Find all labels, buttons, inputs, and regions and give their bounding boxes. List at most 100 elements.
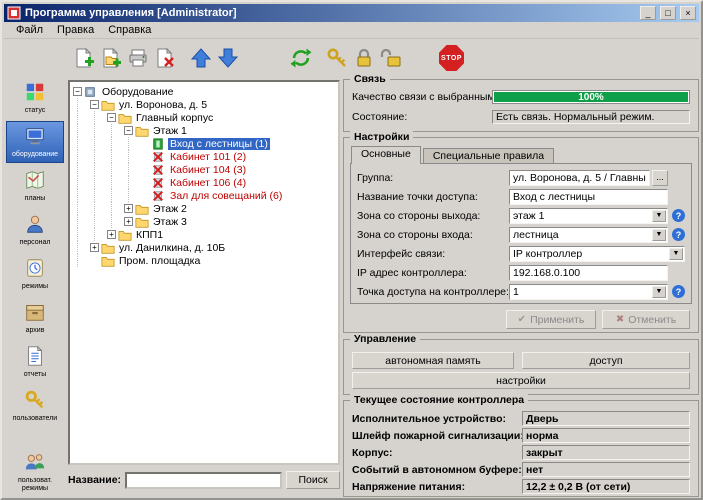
sidebar-item-modes[interactable]: режимы [6,253,64,295]
search-button[interactable]: Поиск [286,471,340,489]
sidebar-item-status[interactable]: статус [6,77,64,119]
menu-edit[interactable]: Правка [50,23,101,37]
alarm-cross-icon [152,177,166,189]
access-point-name-field[interactable] [509,189,668,205]
tree-node[interactable]: +КПП1 [73,228,338,241]
alarm-cross-icon [152,190,166,202]
entry-zone-row: Зона со стороны входа: лестница▼ ? [357,226,685,243]
tree-node[interactable]: +ул. Данилкина, д. 10Б [73,241,338,254]
move-down-button[interactable] [214,45,241,72]
collapse-icon[interactable]: − [107,113,116,122]
archive-box-icon [24,301,46,326]
user-modes-people-icon [24,451,46,476]
voltage-label: Напряжение питания: [352,481,465,493]
entry-zone-combo[interactable]: лестница▼ [509,227,668,243]
app-window: Программа управления [Administrator] _ □… [0,0,703,500]
link-group: Связь Качество связи с выбранным: 100% С… [343,79,699,132]
expand-icon[interactable]: + [90,243,99,252]
unlock-button[interactable] [377,45,404,72]
collapse-icon[interactable]: − [90,100,99,109]
browse-button[interactable]: ... [652,170,668,186]
sidebar-item-archive[interactable]: архив [6,297,64,339]
titlebar[interactable]: Программа управления [Administrator] _ □… [4,4,699,22]
tree-node-alarm[interactable]: Кабинет 104 (3) [73,163,338,176]
maximize-button[interactable]: □ [660,6,676,20]
stop-sign-icon: STOP [439,45,464,71]
print-button[interactable] [124,45,151,72]
settings-button[interactable]: настройки [352,372,690,389]
combo-dropdown-button[interactable]: ▼ [652,286,666,298]
alarm-cross-icon [152,151,166,163]
collapse-icon[interactable]: − [73,87,82,96]
tree-node-alarm[interactable]: Зал для совещаний (6) [73,189,338,202]
case-value: закрыт [522,445,690,460]
help-icon[interactable]: ? [672,209,685,222]
expand-icon[interactable]: + [124,204,133,213]
tree-node[interactable]: −Главный корпус [73,111,338,124]
menu-help[interactable]: Справка [101,23,158,37]
chevron-down-icon: ▼ [656,212,663,219]
combo-dropdown-button[interactable]: ▼ [652,210,666,222]
search-input[interactable] [125,472,282,489]
help-icon[interactable]: ? [672,228,685,241]
combo-dropdown-button[interactable]: ▼ [652,229,666,241]
person-icon [24,213,46,238]
interface-combo[interactable]: IP контроллер▼ [509,246,685,262]
group-field[interactable] [509,170,650,186]
chevron-down-icon: ▼ [656,231,663,238]
help-icon[interactable]: ? [672,285,685,298]
tree-node[interactable]: −Этаж 1 [73,124,338,137]
stop-button[interactable]: STOP [438,45,465,72]
folder-icon [118,112,132,124]
cross-icon: ✖ [616,315,624,325]
tree-node-alarm[interactable]: Кабинет 101 (2) [73,150,338,163]
folder-icon [135,203,149,215]
sidebar-item-equipment[interactable]: оборудование [6,121,64,163]
access-button[interactable]: доступ [522,352,690,369]
autonomous-memory-button[interactable]: автономная память [352,352,514,369]
controller-state-group: Текущее состояние контроллера Исполнител… [343,400,699,497]
menu-file[interactable]: Файл [9,23,50,37]
tab-special-rules[interactable]: Специальные правила [423,148,554,164]
lock-button[interactable] [350,45,377,72]
equipment-tree[interactable]: −Оборудование −ул. Воронова, д. 5 −Главн… [68,80,340,465]
ip-address-field[interactable] [509,265,668,281]
tab-general[interactable]: Основные [351,146,421,164]
exit-zone-combo[interactable]: этаж 1▼ [509,208,668,224]
equipment-monitor-icon [24,125,46,150]
sidebar-item-personnel[interactable]: персонал [6,209,64,251]
controller-point-row: Точка доступа на контроллере: 1▼ ? [357,283,685,300]
sidebar-item-reports[interactable]: отчеты [6,341,64,383]
tree-node[interactable]: Пром. площадка [73,254,338,267]
add-child-button[interactable] [97,45,124,72]
sidebar-item-user-modes[interactable]: пользоват. режимы [6,451,64,493]
key-button[interactable] [323,45,350,72]
window-title: Программа управления [Administrator] [25,7,636,19]
cancel-button[interactable]: ✖Отменить [602,310,690,329]
controller-state-title: Текущее состояние контроллера [350,394,528,406]
combo-dropdown-button[interactable]: ▼ [669,248,683,260]
tree-node[interactable]: −ул. Воронова, д. 5 [73,98,338,111]
access-point-name-label: Название точки доступа: [357,191,509,203]
close-button[interactable]: × [680,6,696,20]
link-quality-progressbar: 100% [492,90,690,104]
tree-node-selected-access-point[interactable]: Вход с лестницы (1) [73,137,338,150]
sidebar-item-plans[interactable]: планы [6,165,64,207]
controller-point-combo[interactable]: 1▼ [509,284,668,300]
tree-node[interactable]: +Этаж 2 [73,202,338,215]
tree-node[interactable]: +Этаж 3 [73,215,338,228]
add-button[interactable] [70,45,97,72]
collapse-icon[interactable]: − [124,126,133,135]
sidebar-item-users[interactable]: пользователи [6,385,64,427]
tree-node-equipment-root[interactable]: −Оборудование [73,85,338,98]
minimize-button[interactable]: _ [640,6,656,20]
delete-button[interactable] [151,45,178,72]
refresh-button[interactable] [287,45,314,72]
tree-node-alarm[interactable]: Кабинет 106 (4) [73,176,338,189]
expand-icon[interactable]: + [107,230,116,239]
expand-icon[interactable]: + [124,217,133,226]
chevron-down-icon: ▼ [673,250,680,257]
move-up-button[interactable] [187,45,214,72]
apply-button[interactable]: ✔Применить [506,310,596,329]
buffer-events-label: Событий в автономном буфере: [352,464,522,476]
